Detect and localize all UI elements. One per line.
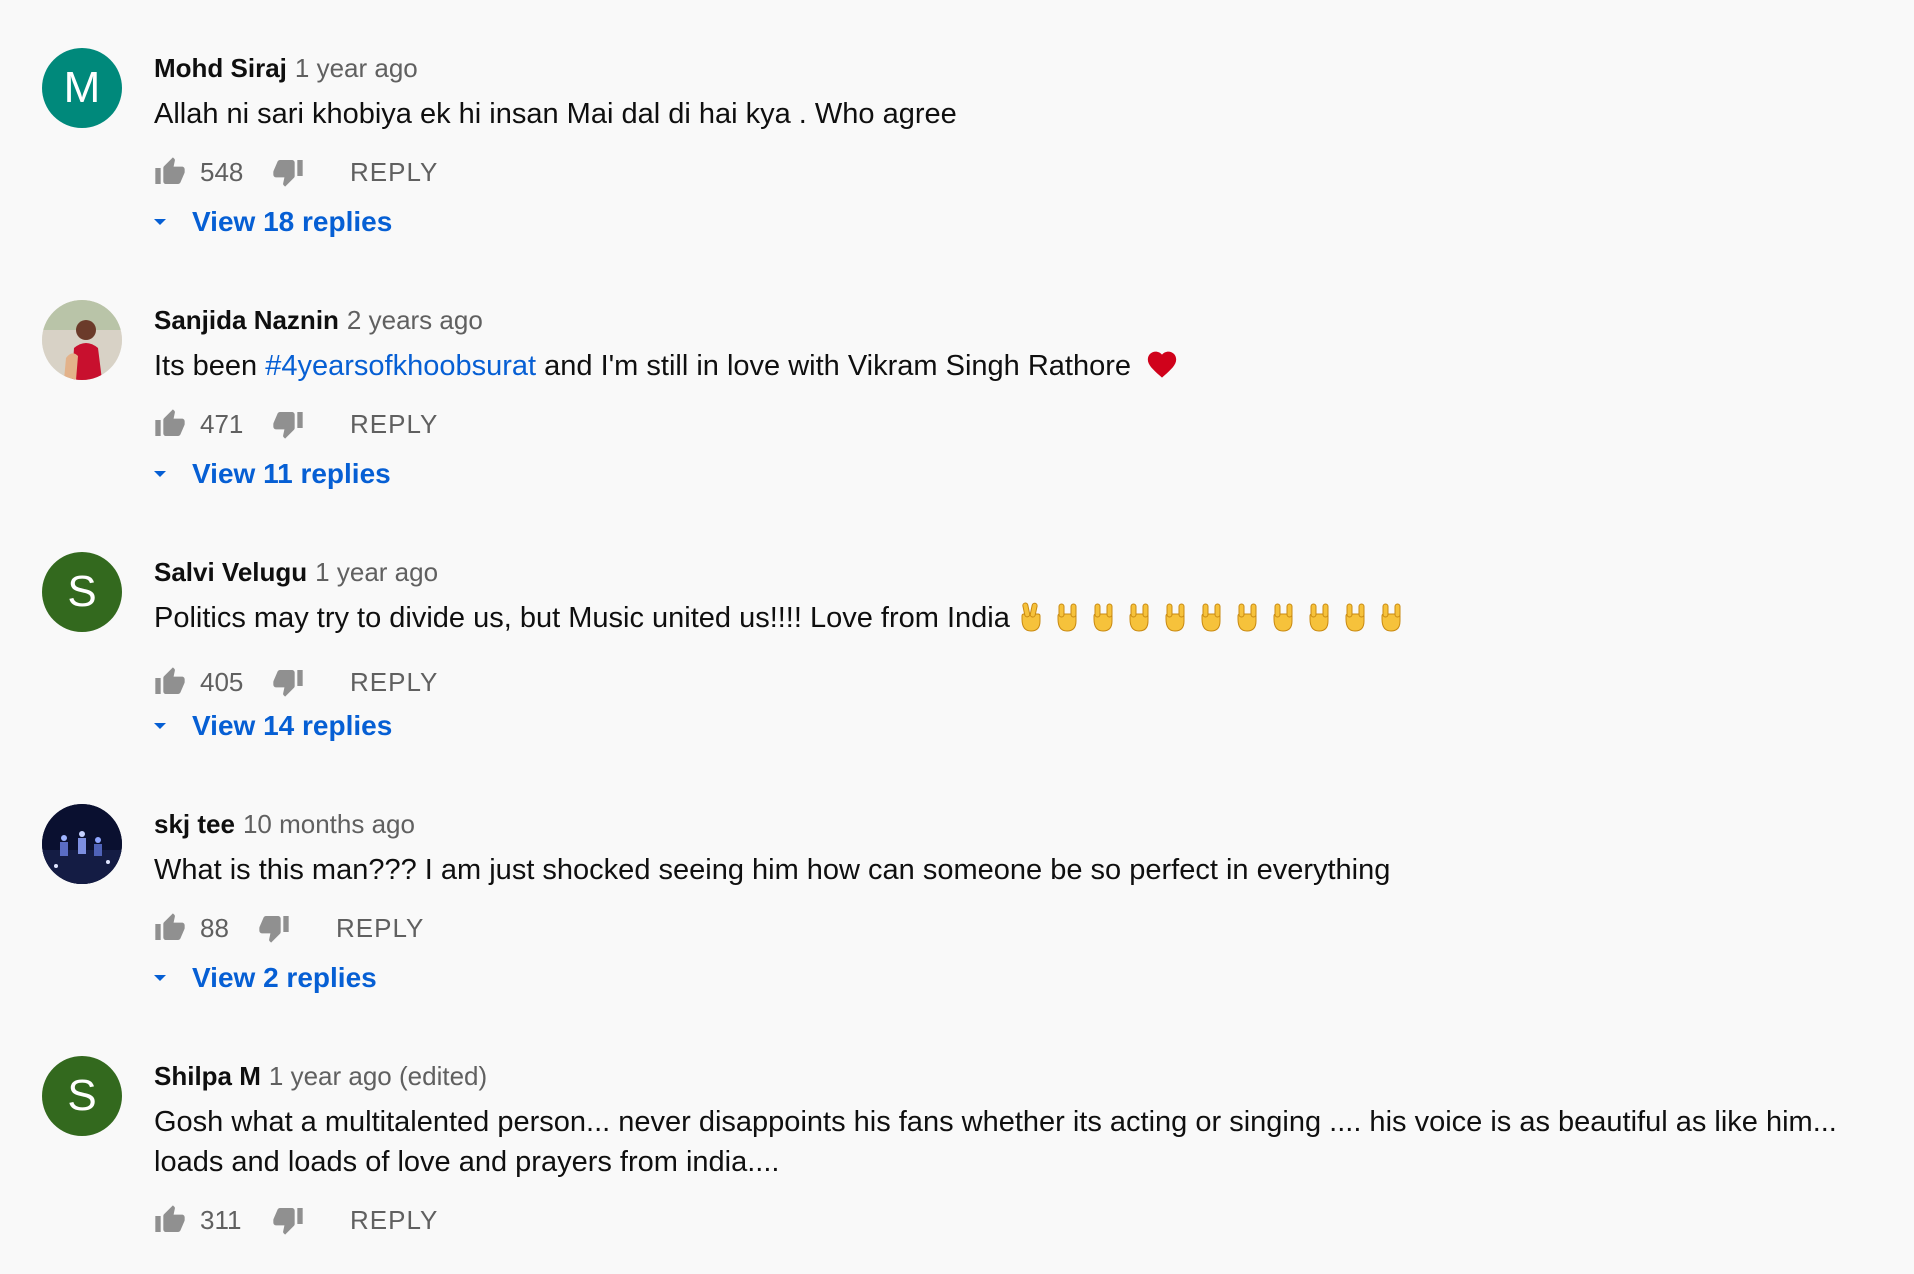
rock-on-hand-icon: [1273, 603, 1293, 632]
comment-text-start: Its been: [154, 350, 266, 382]
comment-text: Politics may try to divide us, but Music…: [154, 598, 1874, 644]
like-count: 548: [200, 156, 244, 187]
thumbs-down-icon[interactable]: [272, 1204, 304, 1236]
thumbs-down-icon[interactable]: [258, 912, 290, 944]
avatar[interactable]: S: [42, 552, 122, 632]
rock-on-hand-icon: [1129, 603, 1149, 632]
view-replies-button[interactable]: View 14 replies: [148, 706, 392, 746]
rock-on-hand-icon: [1165, 603, 1185, 632]
comment-actions: 471 REPLY: [154, 404, 1874, 444]
comments-section: M Mohd Siraj 1 year ago Allah ni sari kho…: [0, 0, 1914, 1274]
thumbs-up-icon[interactable]: [154, 666, 186, 698]
comment-time[interactable]: 1 year ago: [315, 557, 438, 587]
comment-text: Gosh what a multitalented person... neve…: [154, 1106, 1837, 1178]
emoji-row: [1016, 601, 1412, 644]
rock-on-hand-icon: [1345, 603, 1365, 632]
avatar[interactable]: M: [42, 48, 122, 128]
view-replies-label: View 2 replies: [192, 962, 377, 993]
reply-button[interactable]: REPLY: [350, 667, 438, 698]
like-count: 471: [200, 408, 244, 439]
comment-actions: 88 REPLY: [154, 908, 1874, 948]
author-name[interactable]: Sanjida Naznin: [154, 305, 339, 335]
author-name[interactable]: skj tee: [154, 809, 235, 839]
avatar[interactable]: [42, 804, 122, 884]
heart-icon: [1147, 351, 1177, 378]
rock-on-hand-icon: [1093, 603, 1113, 632]
comment-text-end: and I'm still in love with Vikram Singh …: [536, 350, 1132, 382]
victory-hand-icon: [1021, 602, 1041, 632]
comment-text-body: Politics may try to divide us, but Music…: [154, 602, 1010, 634]
like-count: 88: [200, 912, 229, 943]
comment-header: skj tee 10 months ago: [154, 804, 1874, 844]
thumbs-up-icon[interactable]: [154, 156, 186, 188]
comment-text: What is this man??? I am just shocked se…: [154, 854, 1391, 886]
thumbs-down-icon[interactable]: [272, 408, 304, 440]
avatar-letter: S: [67, 567, 97, 616]
rock-on-hand-icon: [1237, 603, 1257, 632]
author-name[interactable]: Mohd Siraj: [154, 53, 287, 83]
avatar-letter: S: [67, 1071, 97, 1120]
reply-button[interactable]: REPLY: [350, 1205, 438, 1236]
view-replies-button[interactable]: View 11 replies: [148, 454, 391, 494]
avatar[interactable]: [42, 300, 122, 380]
caret-down-icon: [154, 723, 166, 729]
user-photo-icon: [42, 300, 122, 380]
view-replies-label: View 11 replies: [192, 458, 391, 489]
view-replies-label: View 18 replies: [192, 206, 393, 237]
rock-on-hand-icon: [1309, 603, 1329, 632]
comment-actions: 548 REPLY: [154, 152, 1874, 192]
like-count: 311: [200, 1204, 242, 1235]
caret-down-icon: [154, 975, 166, 981]
like-count: 405: [200, 666, 244, 697]
comment-time[interactable]: 1 year ago: [295, 53, 418, 83]
author-name[interactable]: Salvi Velugu: [154, 557, 307, 587]
comment-actions: 311 REPLY: [154, 1200, 1874, 1240]
caret-down-icon: [154, 471, 166, 477]
comment-header: Salvi Velugu 1 year ago: [154, 552, 1874, 592]
comment-text: Its been #4yearsofkhoobsurat and I'm sti…: [154, 346, 1874, 386]
thumbs-down-icon[interactable]: [272, 666, 304, 698]
view-replies-button[interactable]: View 18 replies: [148, 202, 392, 242]
comment-time[interactable]: 1 year ago (edited): [269, 1061, 487, 1091]
thumbs-up-icon[interactable]: [154, 912, 186, 944]
caret-down-icon: [154, 219, 166, 225]
thumbs-up-icon[interactable]: [154, 408, 186, 440]
thumbs-down-icon[interactable]: [272, 156, 304, 188]
reply-button[interactable]: REPLY: [336, 913, 424, 944]
rock-on-hand-icon: [1057, 603, 1077, 632]
comment-time[interactable]: 2 years ago: [347, 305, 483, 335]
comment-actions: 405 REPLY: [154, 662, 1874, 702]
view-replies-button[interactable]: View 2 replies: [148, 958, 377, 998]
comment-text: Allah ni sari khobiya ek hi insan Mai da…: [154, 98, 957, 130]
rock-on-hand-icon: [1201, 603, 1221, 632]
thumbs-up-icon[interactable]: [154, 1204, 186, 1236]
comment-header: Sanjida Naznin 2 years ago: [154, 300, 1874, 340]
view-replies-label: View 14 replies: [192, 710, 393, 741]
comment-time[interactable]: 10 months ago: [243, 809, 415, 839]
comment-header: Shilpa M 1 year ago (edited): [154, 1056, 1874, 1096]
comment-header: Mohd Siraj 1 year ago: [154, 48, 1874, 88]
reply-button[interactable]: REPLY: [350, 409, 438, 440]
concert-photo-icon: [42, 804, 122, 884]
rock-on-hand-icon: [1381, 603, 1401, 632]
hashtag-link[interactable]: #4yearsofkhoobsurat: [265, 350, 536, 382]
avatar-letter: M: [63, 63, 101, 112]
author-name[interactable]: Shilpa M: [154, 1061, 261, 1091]
avatar[interactable]: S: [42, 1056, 122, 1136]
reply-button[interactable]: REPLY: [350, 157, 438, 188]
